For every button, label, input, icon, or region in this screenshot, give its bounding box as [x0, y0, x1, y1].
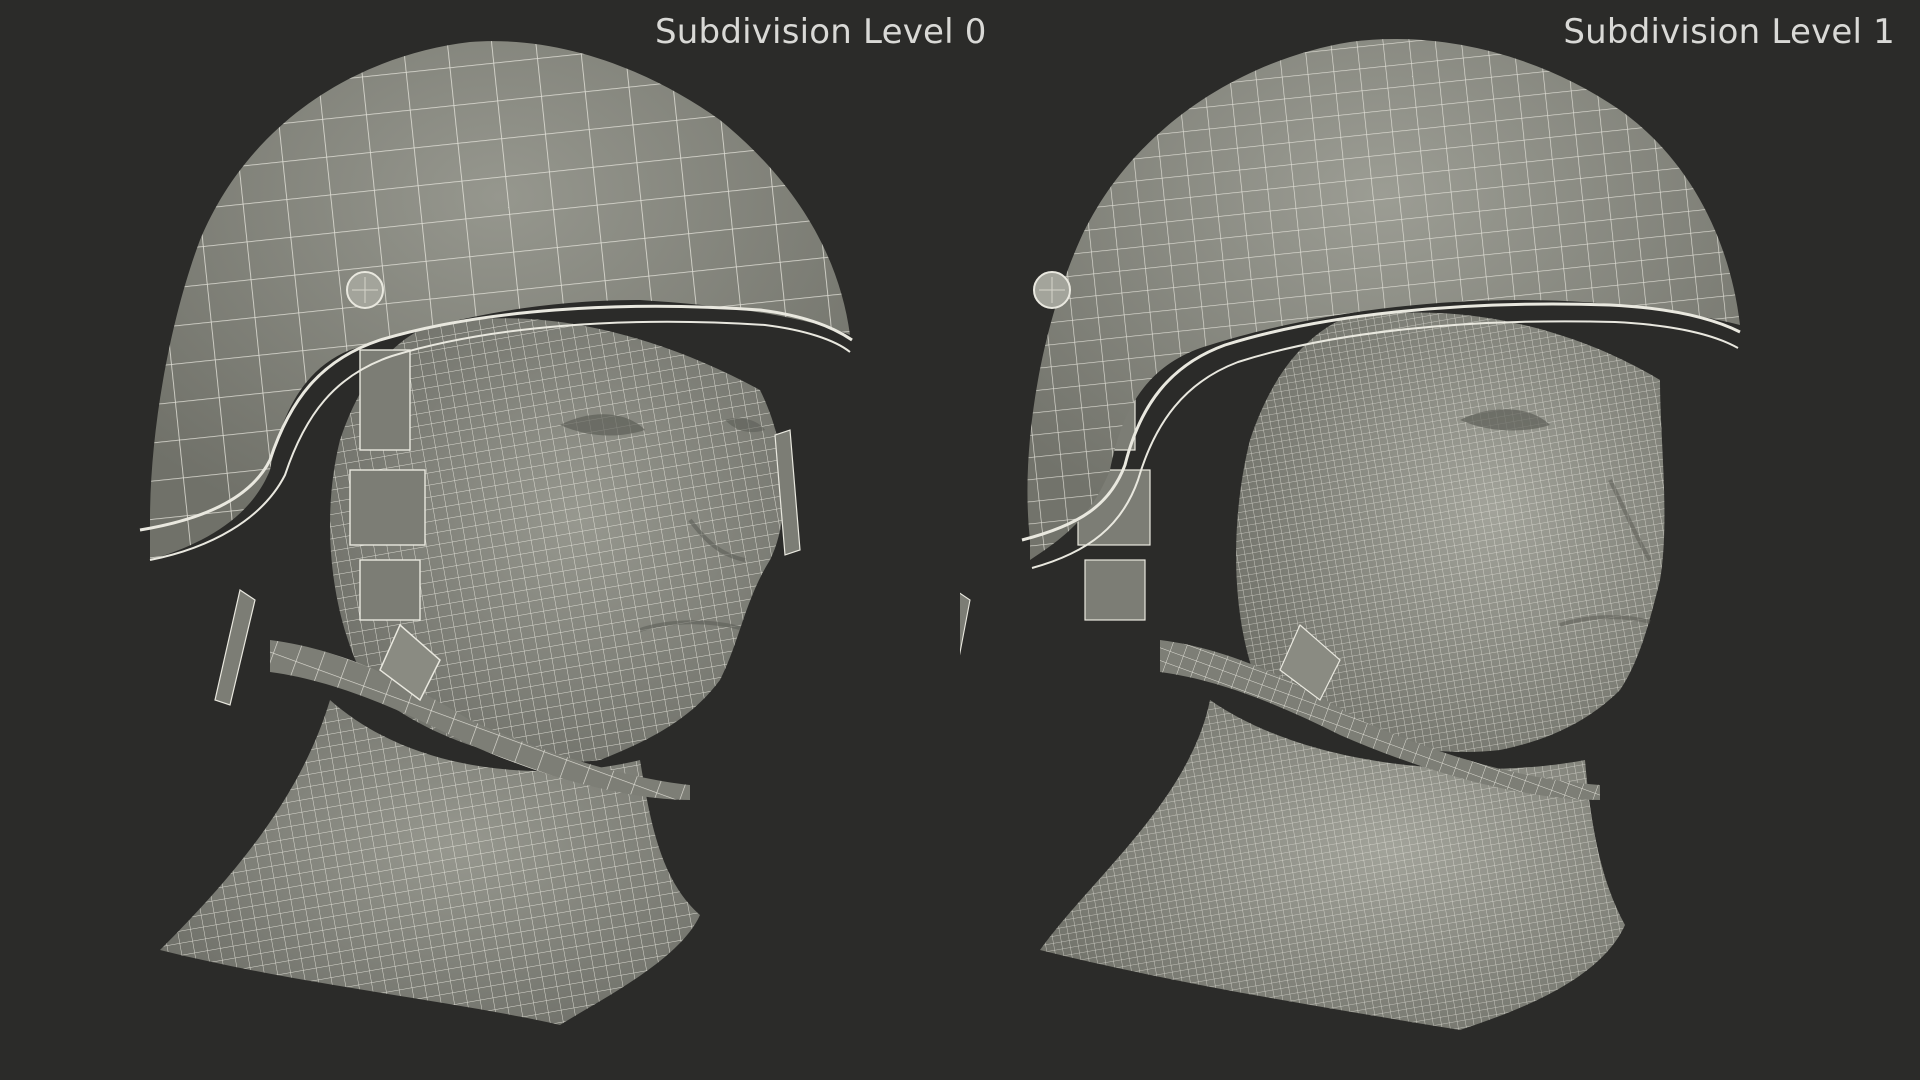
neck-mesh — [1040, 700, 1625, 1030]
render-stage: Subdivision Level 0 Subdivision Level 1 — [0, 0, 1920, 1080]
face-mesh — [1236, 312, 1665, 752]
helmet-render-level-0 — [139, 41, 853, 1025]
helmet-render-level-1 — [960, 39, 1741, 1030]
